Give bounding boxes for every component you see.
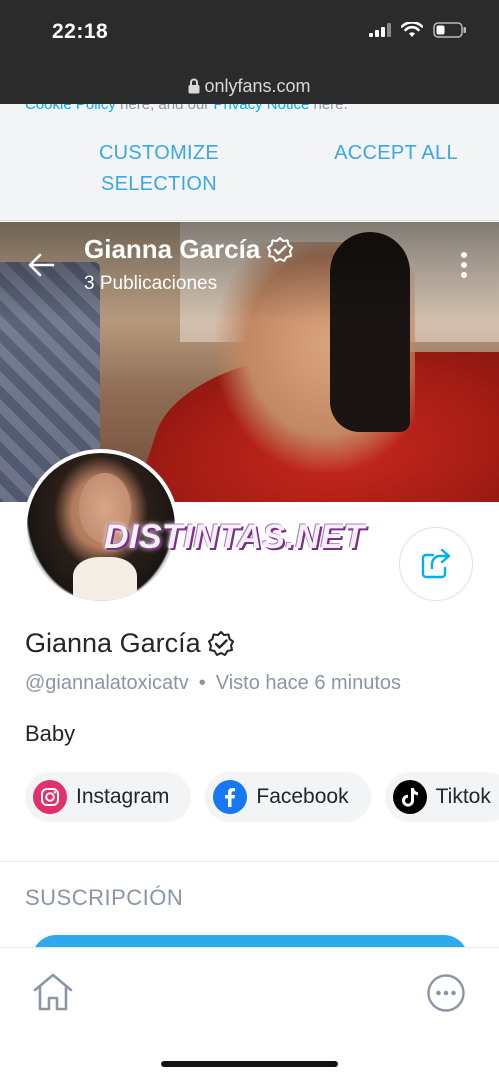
profile-name: Gianna García [25, 628, 201, 658]
profile-name-row: Gianna García [25, 628, 235, 659]
customize-selection-button[interactable]: CUSTOMIZE SELECTION [69, 138, 249, 200]
more-menu-icon[interactable] [426, 973, 466, 1013]
status-bar: 22:18 onlyfans.com [0, 0, 499, 104]
instagram-link[interactable]: Instagram [25, 772, 192, 822]
status-icons [369, 22, 467, 38]
profile-bio: Baby [25, 721, 76, 746]
url-text: onlyfans.com [204, 76, 311, 96]
tiktok-icon [392, 780, 427, 814]
cookie-policy-link[interactable]: Cookie Policy [25, 104, 116, 113]
header-title: Gianna García [84, 234, 294, 265]
tiktok-label: Tiktok [435, 785, 491, 808]
social-links: Instagram Facebook Tiktok [25, 772, 499, 822]
last-seen: Visto hace 6 minutos [215, 672, 402, 694]
tiktok-link[interactable]: Tiktok [384, 772, 499, 822]
verified-icon [207, 630, 234, 656]
instagram-label: Instagram [76, 785, 170, 808]
lock-icon [188, 78, 200, 94]
clock: 22:18 [52, 20, 109, 43]
subscription-heading: SUSCRIPCIÓN [25, 885, 184, 910]
cookie-banner: Cookie Policy here, and our Privacy Noti… [0, 104, 499, 221]
posts-count: 3 Publicaciones [84, 273, 218, 294]
bottom-nav [0, 947, 499, 1080]
meta-separator: • [198, 672, 206, 694]
facebook-icon [213, 780, 248, 814]
accept-all-button[interactable]: ACCEPT ALL [306, 138, 486, 169]
battery-icon [433, 22, 466, 38]
cookie-text: Cookie Policy here, and our Privacy Noti… [25, 104, 348, 113]
facebook-label: Facebook [256, 785, 349, 808]
instagram-icon [33, 780, 67, 814]
privacy-notice-link[interactable]: Privacy Notice [213, 104, 309, 113]
share-button[interactable] [399, 527, 473, 601]
verified-icon [267, 236, 294, 262]
share-icon [421, 548, 451, 579]
back-arrow-icon[interactable] [26, 250, 56, 280]
profile-meta: @giannalatoxicatv • Visto hace 6 minutos [25, 672, 401, 695]
header-name: Gianna García [84, 234, 261, 264]
wifi-icon [401, 22, 423, 37]
facebook-link[interactable]: Facebook [205, 772, 371, 822]
watermark: DISTINTAS.NET [104, 518, 365, 556]
home-icon[interactable] [31, 972, 75, 1012]
url-bar[interactable]: onlyfans.com [0, 76, 499, 97]
profile-handle[interactable]: @giannalatoxicatv [25, 672, 189, 694]
more-options-icon[interactable] [452, 250, 476, 282]
signal-icon [369, 23, 391, 37]
home-indicator [161, 1061, 338, 1067]
section-divider [0, 861, 499, 862]
